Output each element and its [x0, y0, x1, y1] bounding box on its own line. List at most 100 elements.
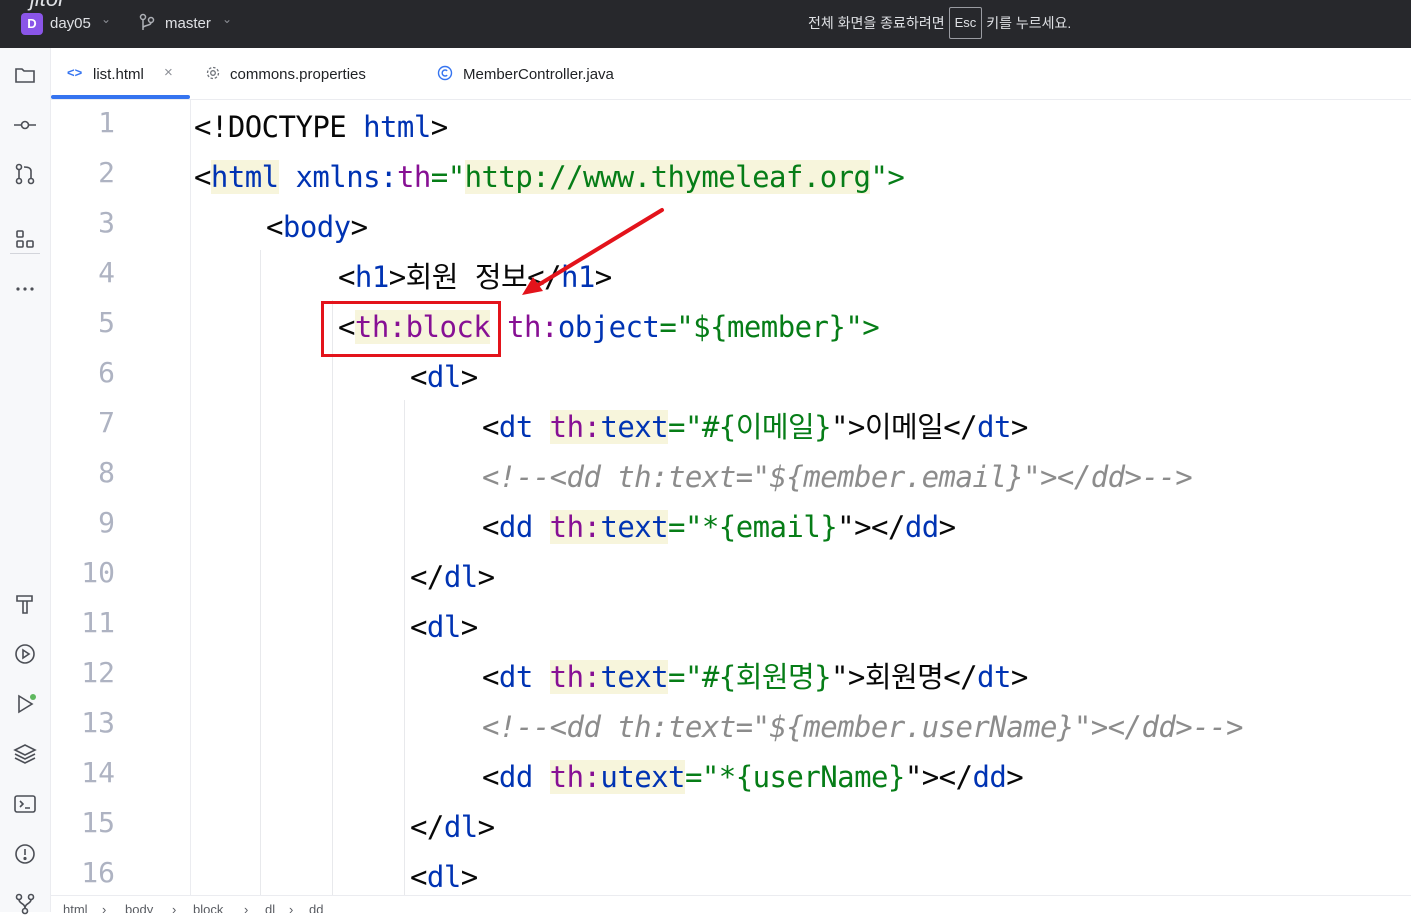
code-token: dd: [904, 510, 939, 544]
code-line-2[interactable]: <html xmlns:th="http://www.thymeleaf.org…: [194, 152, 905, 202]
branch-name[interactable]: master: [165, 15, 211, 32]
code-token: >: [430, 110, 448, 144]
code-token: text: [600, 510, 669, 544]
git-branch-icon[interactable]: [138, 13, 156, 33]
code-token: =": [668, 660, 702, 694]
code-token: >: [460, 360, 478, 394]
code-line-11[interactable]: <dl>: [410, 602, 478, 652]
problems-icon[interactable]: [12, 841, 38, 867]
code-token: 회원명: [864, 660, 944, 694]
breadcrumb-item[interactable]: dl: [265, 902, 275, 913]
line-number: 16: [81, 856, 115, 889]
code-token: 이메일: [864, 410, 944, 444]
code-line-15[interactable]: </dl>: [410, 802, 495, 852]
code-line-3[interactable]: <body>: [266, 202, 368, 252]
code-token: <: [194, 160, 211, 194]
code-line-1[interactable]: <!DOCTYPE html>: [194, 102, 448, 152]
layers-icon[interactable]: [12, 741, 38, 767]
code-token: dl: [443, 810, 478, 844]
project-name[interactable]: day05: [50, 15, 91, 32]
project-folder-icon[interactable]: [12, 62, 38, 88]
code-line-7[interactable]: <dt th:text="#{이메일}">이메일</dt>: [482, 402, 1028, 452]
code-token: dt: [498, 660, 533, 694]
code-token: th:: [549, 660, 601, 694]
tab-commons-properties[interactable]: commons.properties: [201, 48, 411, 99]
code-line-8[interactable]: <!--<dd th:text="${member.email}"></dd>-…: [482, 452, 1193, 502]
code-token: html: [210, 160, 279, 194]
line-number: 13: [81, 706, 115, 739]
line-number: 10: [81, 556, 115, 589]
breadcrumb-item[interactable]: html: [63, 902, 88, 913]
code-token: ">: [870, 160, 905, 194]
branch-chevron-down-icon[interactable]: ⌄: [222, 12, 232, 26]
code-token: th:: [549, 510, 601, 544]
strip-divider: [10, 253, 40, 254]
line-number: 6: [98, 356, 115, 389]
code-line-10[interactable]: </dl>: [410, 552, 495, 602]
line-number: 5: [98, 306, 115, 339]
line-number: 8: [98, 456, 115, 489]
code-editor[interactable]: <!DOCTYPE html> <html xmlns:th="http://w…: [190, 100, 1411, 895]
tab-member-controller[interactable]: MemberController.java: [435, 48, 665, 99]
code-token: <: [482, 760, 499, 794]
code-line-12[interactable]: <dt th:text="#{회원명}">회원명</dt>: [482, 652, 1028, 702]
structure-icon[interactable]: [12, 226, 38, 252]
code-token: #{회원명}: [701, 660, 832, 694]
line-number: 12: [81, 656, 115, 689]
esc-key-badge: Esc: [948, 7, 983, 39]
active-tab-indicator: [51, 95, 190, 99]
breadcrumb-item[interactable]: block: [193, 902, 223, 913]
code-token: dl: [426, 860, 461, 894]
project-badge[interactable]: D: [21, 13, 43, 35]
indent-guide: [332, 300, 333, 895]
code-token: </: [410, 560, 444, 594]
code-token: ">: [845, 310, 880, 344]
code-token: text: [600, 410, 669, 444]
code-token: *{email}: [701, 510, 838, 544]
line-number: 2: [98, 156, 115, 189]
class-icon: [437, 65, 453, 81]
line-number: 4: [98, 256, 115, 289]
tab-list-html[interactable]: <> list.html ×: [51, 48, 190, 99]
more-icon[interactable]: [12, 276, 38, 302]
code-token: body: [282, 210, 351, 244]
code-line-6[interactable]: <dl>: [410, 352, 478, 402]
project-chevron-down-icon[interactable]: ⌄: [101, 12, 111, 26]
line-number: 7: [98, 406, 115, 439]
red-arrow-annotation: [522, 208, 664, 295]
breadcrumb-item[interactable]: body: [125, 902, 153, 913]
code-token: </: [938, 760, 973, 794]
git-icon[interactable]: [12, 891, 38, 917]
code-token: </: [410, 810, 444, 844]
services-icon[interactable]: [12, 641, 38, 667]
indent-guide: [260, 250, 261, 895]
build-hammer-icon[interactable]: [12, 591, 38, 617]
code-token: dl: [426, 360, 461, 394]
code-token: th:: [549, 410, 601, 444]
code-token: dd: [972, 760, 1007, 794]
run-icon[interactable]: [12, 691, 38, 717]
code-token: =": [430, 160, 465, 194]
terminal-icon[interactable]: [12, 791, 38, 817]
code-line-14[interactable]: <dd th:utext="*{userName}"></dd>: [482, 752, 1024, 802]
code-token: object: [557, 310, 660, 344]
line-number: 9: [98, 506, 115, 539]
tab-label: commons.properties: [230, 66, 366, 83]
code-line-9[interactable]: <dd th:text="*{email}"></dd>: [482, 502, 956, 552]
pull-requests-icon[interactable]: [12, 161, 38, 187]
gear-icon: [205, 65, 221, 81]
code-line-13[interactable]: <!--<dd th:text="${member.userName}"></d…: [482, 702, 1243, 752]
code-token: >: [388, 260, 406, 294]
html-icon: <>: [67, 65, 83, 80]
code-token: html: [363, 110, 431, 144]
line-number: 15: [81, 806, 115, 839]
code-token: dd: [498, 760, 533, 794]
commit-icon[interactable]: [12, 112, 38, 138]
breadcrumb-item[interactable]: dd: [309, 902, 323, 913]
close-icon[interactable]: ×: [164, 65, 180, 81]
indent-guide: [404, 400, 405, 895]
code-token: ">: [904, 760, 939, 794]
line-number: 3: [98, 206, 115, 239]
